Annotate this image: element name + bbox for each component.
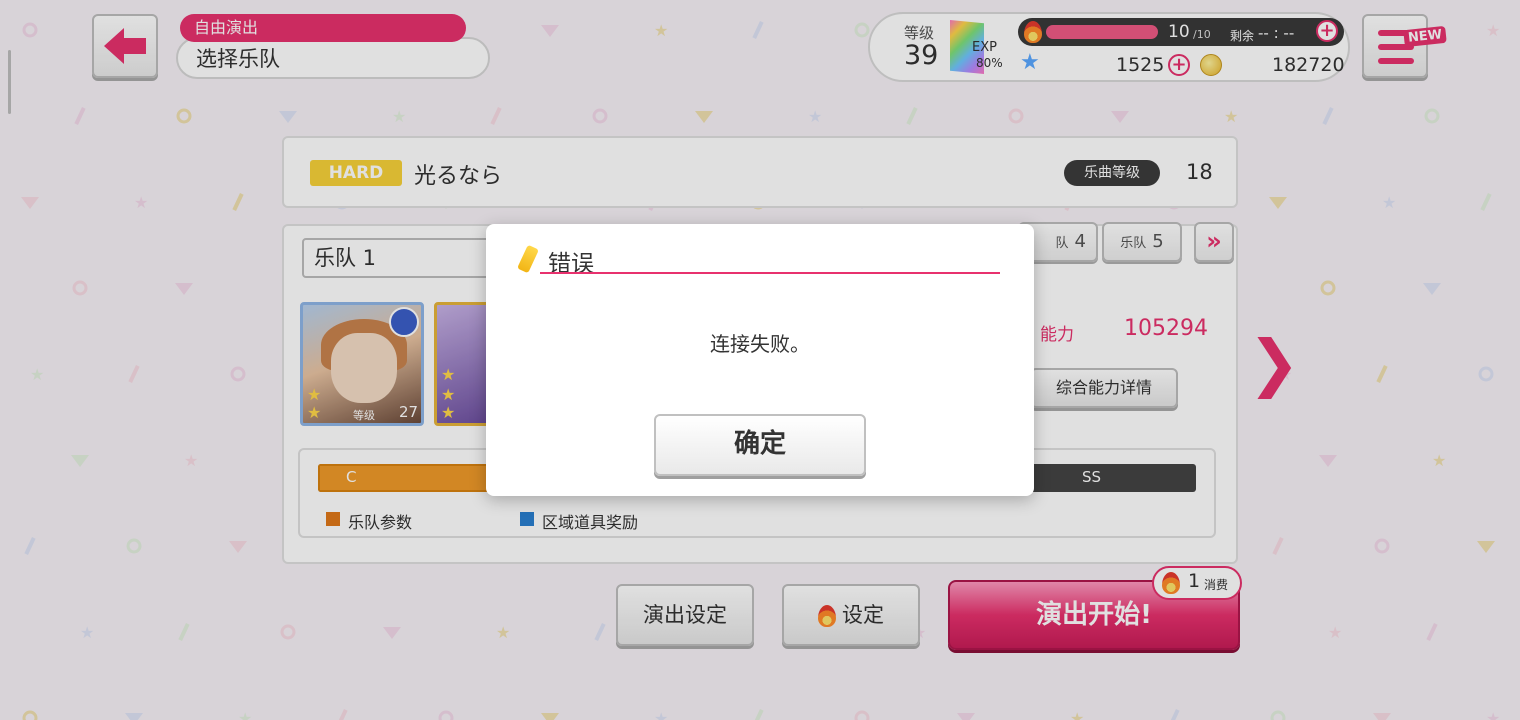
dialog-message: 连接失败。 [710, 332, 810, 356]
dialog-title-underline [540, 272, 1000, 274]
confirm-button[interactable]: 确定 [654, 414, 866, 476]
